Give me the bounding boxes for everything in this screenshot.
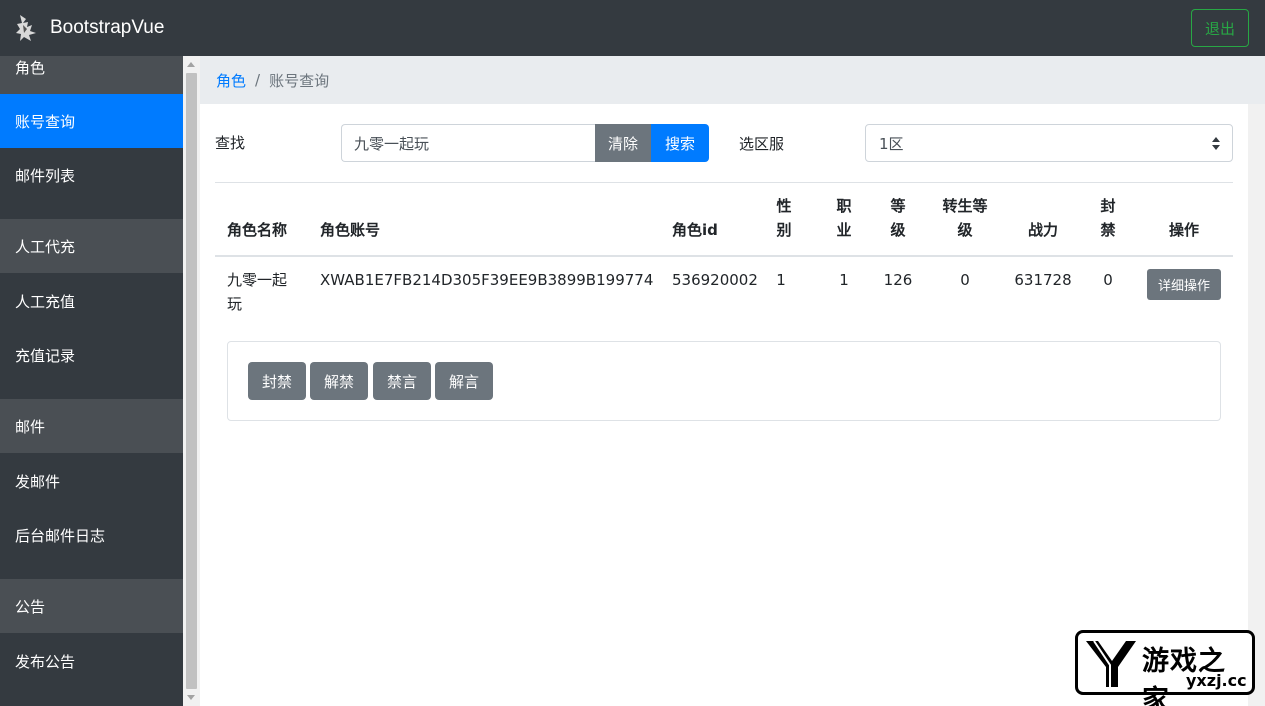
select-caret-icon <box>1212 137 1220 151</box>
sidebar-item-recharge-records[interactable]: 充值记录 <box>0 328 183 382</box>
cell-power: 631728 <box>1014 271 1072 289</box>
cell-role-name: 九零一起 玩 <box>227 268 287 316</box>
logout-button[interactable]: 退出 <box>1191 9 1249 47</box>
breadcrumb-current: 账号查询 <box>269 71 330 90</box>
cell-role-id: 536920002 <box>672 271 758 289</box>
watermark-url: yxzj.cc <box>1186 671 1247 690</box>
th-role-id: 角色id <box>672 221 718 239</box>
unban-button[interactable]: 解禁 <box>310 362 368 400</box>
cell-role-name-line2: 玩 <box>227 295 243 313</box>
scroll-up-icon[interactable] <box>187 62 195 67</box>
sidebar-header-announcement[interactable]: 公告 <box>0 579 183 633</box>
unmute-button[interactable]: 解言 <box>435 362 493 400</box>
search-input[interactable] <box>341 124 595 162</box>
detail-action-button[interactable]: 详细操作 <box>1147 269 1221 300</box>
th-gender: 性 别 <box>768 194 800 242</box>
th-rebirth-line1: 转生等 <box>942 197 988 215</box>
scrollbar-thumb[interactable] <box>186 73 197 689</box>
th-job-line1: 职 <box>836 197 852 215</box>
sidebar-header-mail[interactable]: 邮件 <box>0 399 183 453</box>
th-role-name: 角色名称 <box>227 221 288 239</box>
server-selected-value: 1区 <box>879 134 904 153</box>
th-rebirth: 转生等 级 <box>935 194 995 242</box>
search-label: 查找 <box>215 134 246 152</box>
brand-logo-icon <box>16 15 36 41</box>
th-gender-line1: 性 <box>776 197 792 215</box>
th-banned-line2: 禁 <box>1100 221 1116 239</box>
th-rebirth-line2: 级 <box>957 221 973 239</box>
th-level: 等 级 <box>882 194 914 242</box>
sidebar-header-manual-recharge[interactable]: 人工代充 <box>0 219 183 273</box>
cell-job: 1 <box>839 271 849 289</box>
sidebar-item-mail-log[interactable]: 后台邮件日志 <box>0 508 183 562</box>
cell-gender: 1 <box>776 271 786 289</box>
th-level-line1: 等 <box>890 197 906 215</box>
server-select[interactable]: 1区 <box>865 124 1233 162</box>
breadcrumb-link-role[interactable]: 角色 <box>216 70 246 91</box>
clear-button[interactable]: 清除 <box>595 124 651 162</box>
sidebar: 角色 账号查询 邮件列表 人工代充 人工充值 充值记录 邮件 发邮件 后台邮件日… <box>0 56 183 706</box>
breadcrumb: 角色 / 账号查询 <box>200 56 1265 104</box>
cell-level: 126 <box>883 271 913 289</box>
th-gender-line2: 别 <box>776 221 792 239</box>
breadcrumb-separator: / <box>255 71 261 89</box>
th-banned: 封 禁 <box>1092 194 1124 242</box>
sidebar-item-send-mail[interactable]: 发邮件 <box>0 454 183 508</box>
sidebar-header-role[interactable]: 角色 <box>0 56 183 94</box>
cell-banned: 0 <box>1103 271 1113 289</box>
sidebar-item-manual-topup[interactable]: 人工充值 <box>0 274 183 328</box>
th-account: 角色账号 <box>320 221 381 239</box>
th-banned-line1: 封 <box>1100 197 1116 215</box>
cell-rebirth: 0 <box>960 271 970 289</box>
page-scrollbar[interactable] <box>1248 104 1265 706</box>
th-level-line2: 级 <box>890 221 906 239</box>
cell-account: XWAB1E7FB214D305F39EE9B3899B199774 <box>320 271 654 289</box>
search-button[interactable]: 搜索 <box>651 124 709 162</box>
table-header-border <box>215 255 1233 257</box>
watermark-logo: 游戏之家 yxzj.cc <box>1075 630 1255 706</box>
scroll-down-icon[interactable] <box>187 695 195 700</box>
divider <box>215 182 1233 183</box>
th-job: 职 业 <box>828 194 860 242</box>
brand-title: BootstrapVue <box>50 17 165 38</box>
cell-role-name-line1: 九零一起 <box>227 271 288 289</box>
brand[interactable]: BootstrapVue <box>14 12 164 44</box>
th-action: 操作 <box>1168 221 1199 239</box>
mute-button[interactable]: 禁言 <box>373 362 431 400</box>
th-power: 战力 <box>1027 221 1058 239</box>
sidebar-item-account-query[interactable]: 账号查询 <box>0 94 183 148</box>
watermark-y-icon <box>1086 640 1136 687</box>
th-job-line2: 业 <box>836 221 852 239</box>
ban-button[interactable]: 封禁 <box>248 362 306 400</box>
sidebar-item-publish-announcement[interactable]: 发布公告 <box>0 634 183 688</box>
sidebar-item-mail-list[interactable]: 邮件列表 <box>0 148 183 202</box>
top-navbar: BootstrapVue 退出 <box>0 0 1265 56</box>
sidebar-scrollbar[interactable] <box>183 56 200 706</box>
server-label: 选区服 <box>739 135 785 153</box>
